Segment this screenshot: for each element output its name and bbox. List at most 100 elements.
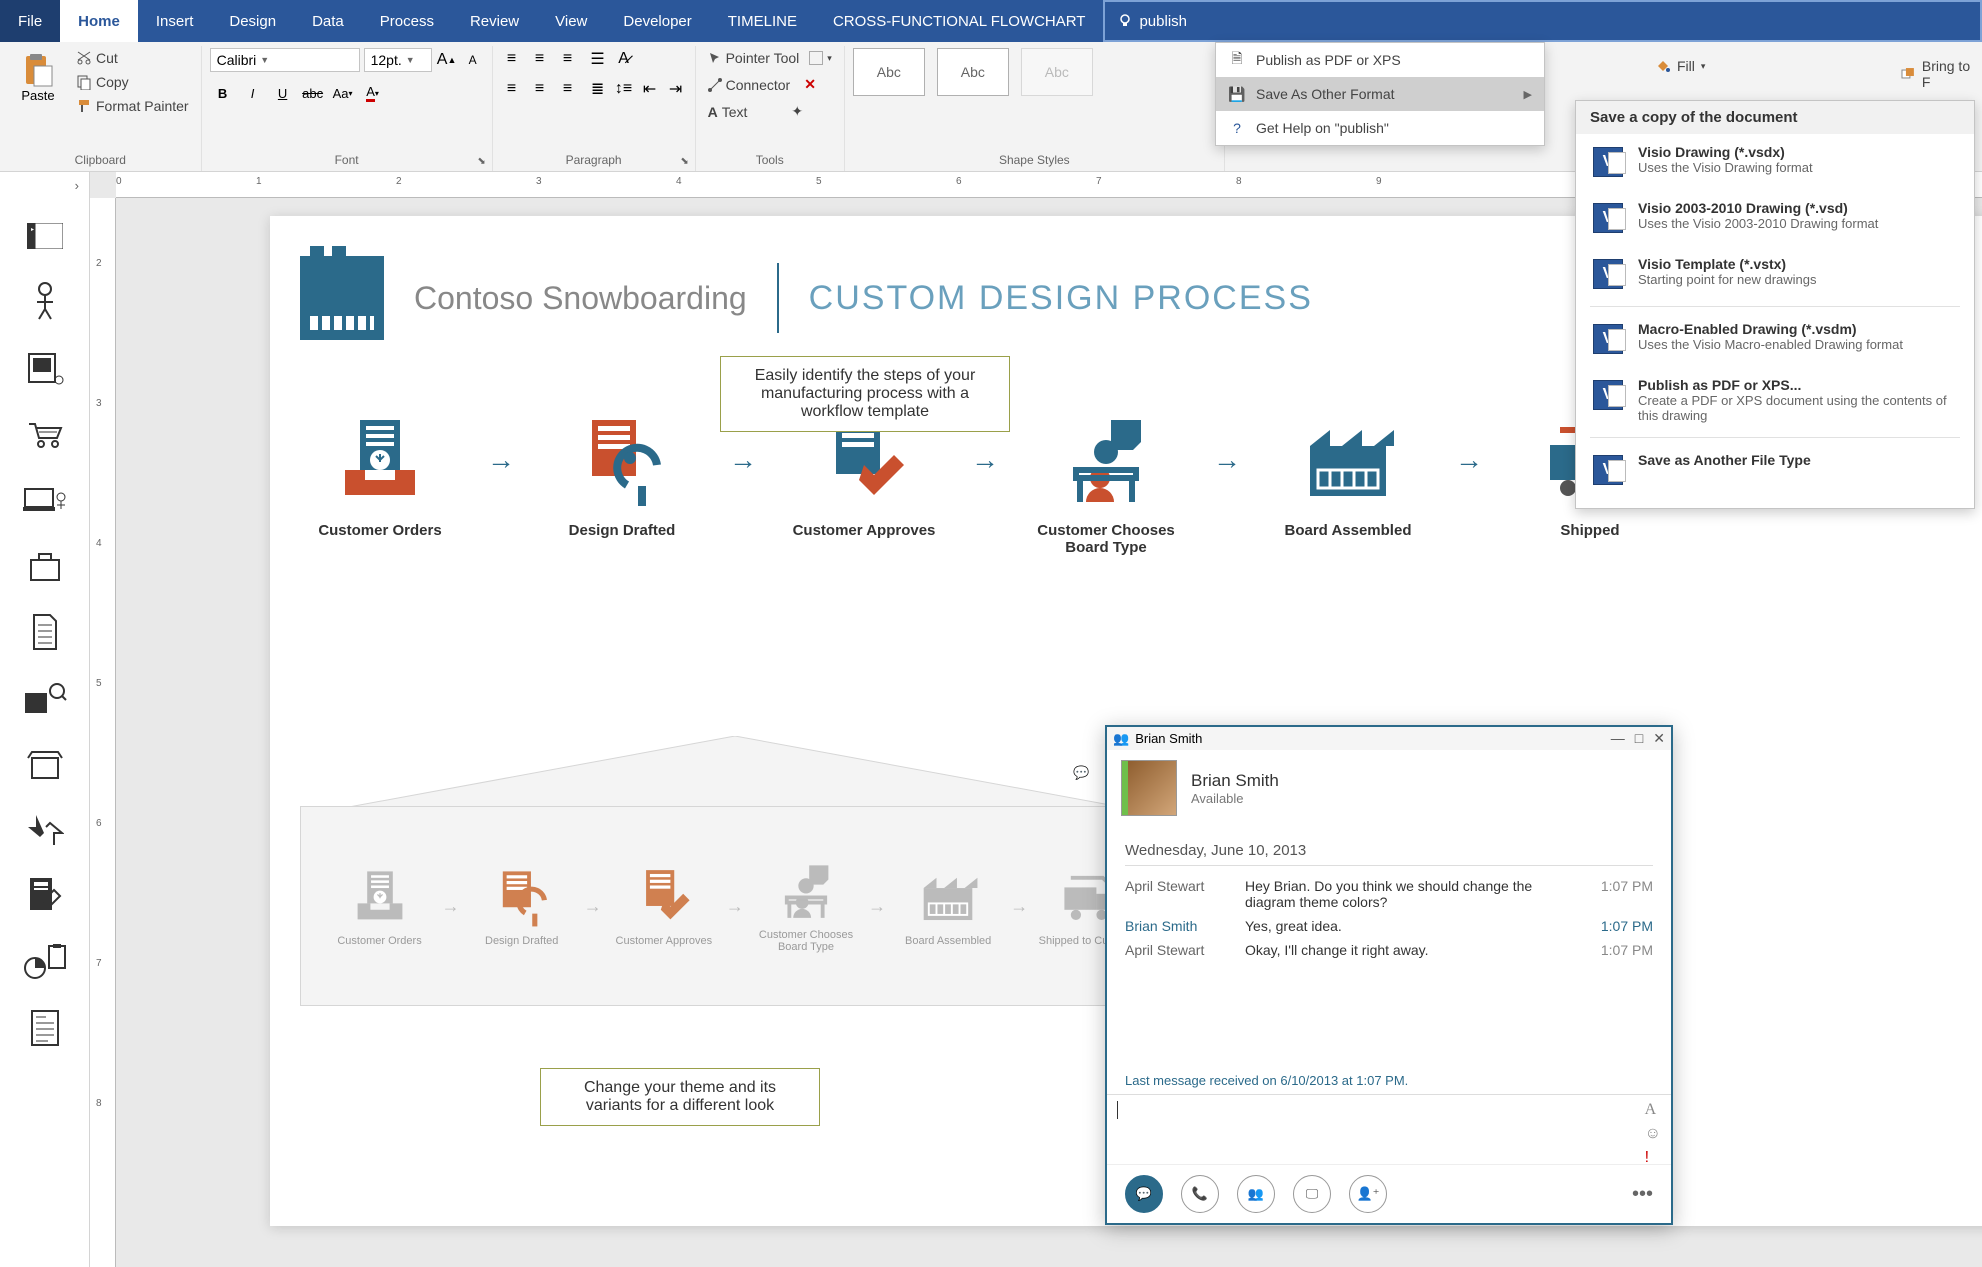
line-spacing-button[interactable]: ↕≡ [613,78,635,100]
align-top-right-button[interactable]: ≡ [557,48,579,70]
present-button[interactable]: 🖵 [1293,1175,1331,1213]
overview-step-3[interactable]: Customer Chooses Board Type [751,859,861,953]
align-center-button[interactable]: ≡ [529,78,551,100]
step-4[interactable]: Board Assembled [1268,410,1428,539]
overview-step-2[interactable]: Customer Approves [609,865,719,947]
step-3[interactable]: Customer Chooses Board Type [1026,410,1186,556]
flyout-item-1[interactable]: VVisio 2003-2010 Drawing (*.vsd)Uses the… [1576,190,1974,246]
stencil-arrows[interactable] [22,807,68,853]
stencil-device[interactable] [22,345,68,391]
tab-insert[interactable]: Insert [138,0,212,42]
bullets-button[interactable]: ☰ [587,48,609,70]
italic-button[interactable]: I [240,80,266,106]
shrink-font-button[interactable]: A [462,49,484,71]
format-painter-button[interactable]: Format Painter [72,96,193,116]
shape-style-2[interactable]: Abc [937,48,1009,96]
stencil-document[interactable] [22,609,68,655]
tellme-help[interactable]: ?Get Help on "publish" [1216,111,1544,145]
font-launcher[interactable]: ⬊ [476,156,488,168]
tab-developer[interactable]: Developer [605,0,709,42]
callout-theme[interactable]: Change your theme and its variants for a… [540,1068,820,1126]
paste-button[interactable]: Paste [8,48,68,107]
participants-button[interactable]: 👤⁺ [1349,1175,1387,1213]
tab-view[interactable]: View [537,0,605,42]
underline-button[interactable]: U [270,80,296,106]
stencil-pie-clipboard[interactable] [22,939,68,985]
increase-indent-button[interactable]: ⇥ [665,78,687,100]
stencil-cart[interactable] [22,411,68,457]
bold-button[interactable]: B [210,80,236,106]
shape-style-1[interactable]: Abc [853,48,925,96]
align-top-center-button[interactable]: ≡ [529,48,551,70]
callout-workflow[interactable]: Easily identify the steps of your manufa… [720,356,1010,432]
tell-me-input[interactable] [1139,13,1839,30]
bring-to-front-button[interactable]: Bring to F [1900,58,1982,90]
stencil-person[interactable] [22,279,68,325]
flyout-item-3[interactable]: VMacro-Enabled Drawing (*.vsdm)Uses the … [1576,311,1974,367]
tab-timeline[interactable]: TIMELINE [710,0,815,42]
shapes-expander[interactable]: › [0,178,89,193]
stencil-briefcase[interactable] [22,543,68,589]
font-color-button[interactable]: A▾ [360,80,386,106]
stencil-doc-lines[interactable] [22,1005,68,1051]
tellme-save-other[interactable]: 💾Save As Other Format▶ [1216,77,1544,111]
priority-icon[interactable]: ! [1645,1149,1661,1167]
step-0[interactable]: Customer Orders [300,410,460,539]
change-case-button[interactable]: Aa▾ [330,80,356,106]
contact-avatar[interactable] [1121,760,1177,816]
cut-button[interactable]: Cut [72,48,193,68]
fill-button[interactable]: Fill▾ [1655,58,1705,74]
text-tool-button[interactable]: AText✦ [704,101,808,122]
grow-font-button[interactable]: A▲ [436,49,458,71]
tab-file[interactable]: File [0,0,60,42]
maximize-button[interactable]: □ [1635,730,1643,747]
flyout-item-5[interactable]: VSave as Another File Type [1576,442,1974,498]
im-button[interactable]: 💬 [1125,1175,1163,1213]
chat-input[interactable]: A ☺ ! [1107,1094,1671,1164]
tab-review[interactable]: Review [452,0,537,42]
decrease-indent-button[interactable]: ⇤ [639,78,661,100]
align-right-button[interactable]: ≡ [557,78,579,100]
overview-step-1[interactable]: Design Drafted [467,865,577,947]
step-1[interactable]: Design Drafted [542,410,702,539]
call-button[interactable]: 📞 [1181,1175,1219,1213]
stencil-laptop-person[interactable] [22,477,68,523]
tellme-publish-pdf[interactable]: 🗎Publish as PDF or XPS [1216,43,1544,77]
tell-me-box[interactable] [1103,0,1982,42]
align-top-left-button[interactable]: ≡ [501,48,523,70]
tab-home[interactable]: Home [60,0,138,42]
lync-titlebar[interactable]: 👥 Brian Smith — □ ✕ [1107,727,1671,750]
flyout-item-2[interactable]: VVisio Template (*.vstx)Starting point f… [1576,246,1974,302]
font-family-combo[interactable]: Calibri▼ [210,48,360,72]
stencil-search-data[interactable] [22,675,68,721]
overview-step-0[interactable]: Customer Orders [325,865,435,947]
shape-style-3[interactable]: Abc [1021,48,1093,96]
stencil-swimlane[interactable]: ▸ [22,213,68,259]
tab-crossfunc[interactable]: CROSS-FUNCTIONAL FLOWCHART [815,0,1104,42]
justify-button[interactable]: ≣ [587,78,609,100]
strikethrough-button[interactable]: abc [300,80,326,106]
flyout-item-4[interactable]: VPublish as PDF or XPS...Create a PDF or… [1576,367,1974,433]
stencil-doc-pen[interactable] [22,873,68,919]
pointer-tool-button[interactable]: Pointer Tool▾ [704,48,836,68]
font-size-combo[interactable]: 12pt.▼ [364,48,432,72]
copy-button[interactable]: Copy [72,72,193,92]
emoji-icon[interactable]: ☺ [1645,1125,1661,1143]
connection-point-icon[interactable]: ✦ [791,103,803,120]
lync-window[interactable]: 💬 👥 Brian Smith — □ ✕ Brian Smith Availa… [1105,725,1673,1225]
minimize-button[interactable]: — [1611,730,1625,747]
flyout-item-0[interactable]: VVisio Drawing (*.vsdx)Uses the Visio Dr… [1576,134,1974,190]
connector-tool-button[interactable]: Connector✕ [704,74,820,95]
overview-strip[interactable]: Customer Orders→Design Drafted→Customer … [300,806,1170,1006]
font-format-icon[interactable]: A [1645,1101,1661,1119]
tab-process[interactable]: Process [362,0,452,42]
clear-format-button[interactable]: A̷ [613,48,635,70]
video-button[interactable]: 👥 [1237,1175,1275,1213]
stencil-box-open[interactable] [22,741,68,787]
close-button[interactable]: ✕ [1653,730,1665,747]
more-button[interactable]: ••• [1632,1183,1653,1206]
tab-data[interactable]: Data [294,0,362,42]
overview-step-4[interactable]: Board Assembled [893,865,1003,947]
align-left-button[interactable]: ≡ [501,78,523,100]
tab-design[interactable]: Design [211,0,294,42]
